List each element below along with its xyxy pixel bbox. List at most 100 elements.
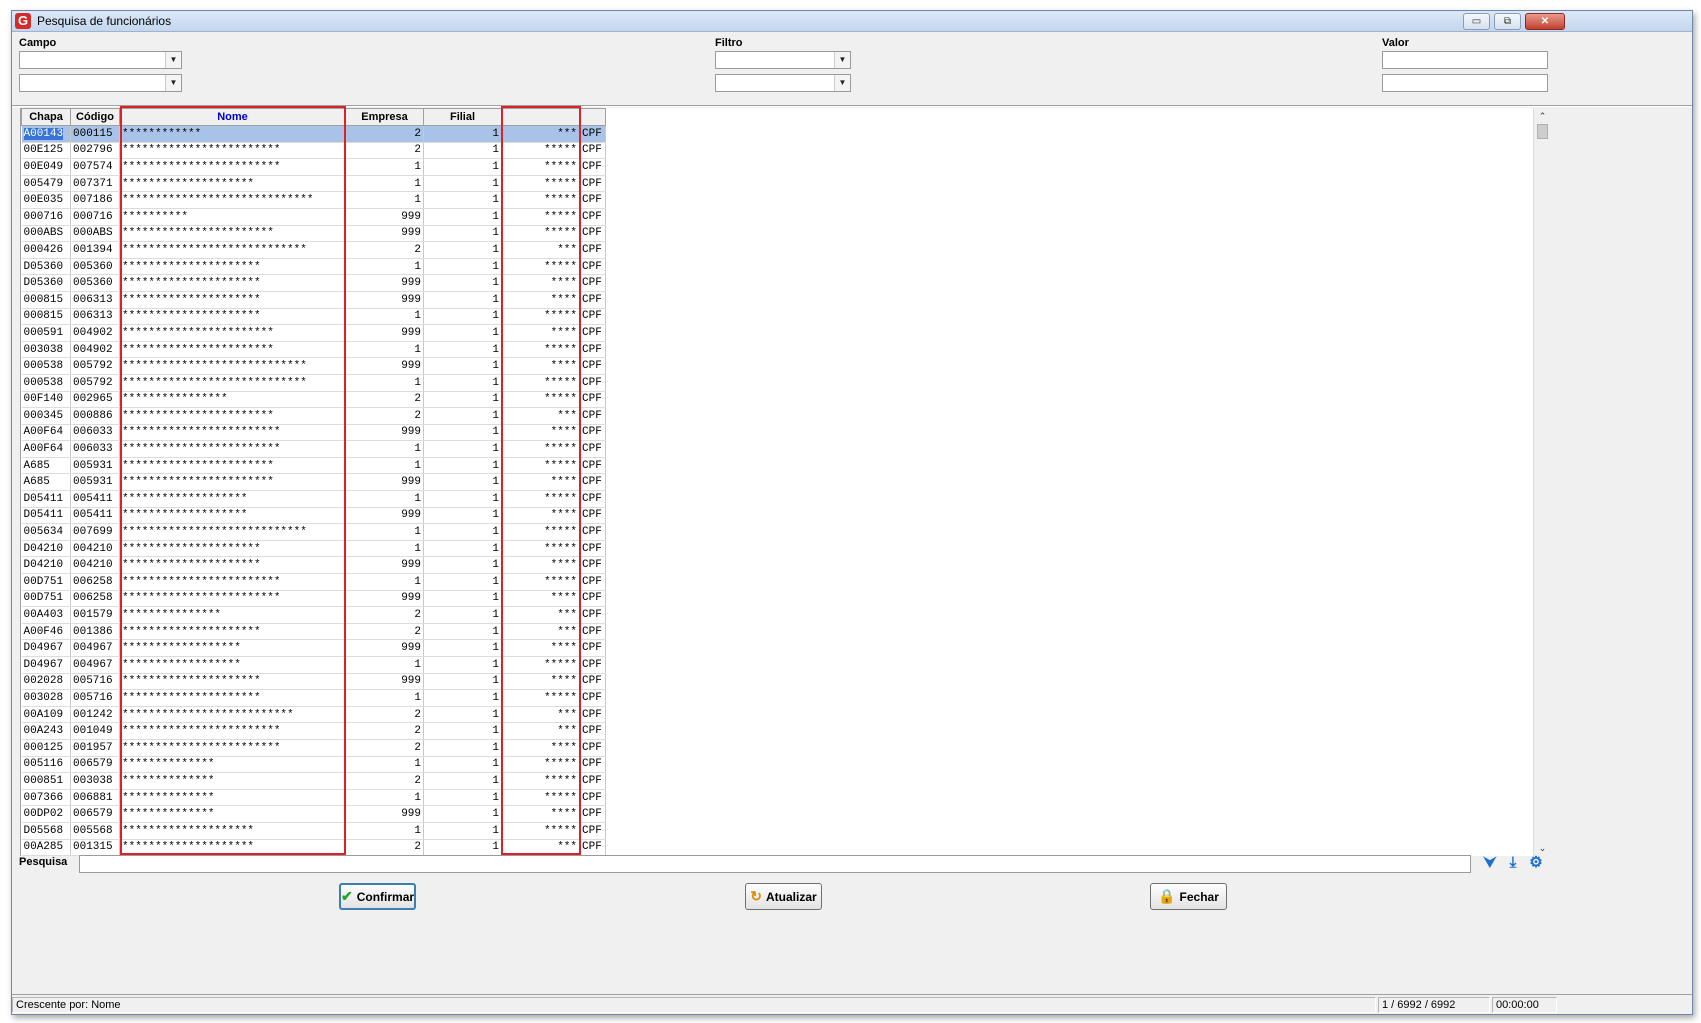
filtro-select-2[interactable]: ▼ [715, 74, 851, 92]
column-header-masked[interactable] [501, 108, 580, 126]
table-row[interactable]: A00F64 006033 ************************ 1 1 **… [21, 440, 606, 458]
table-row[interactable]: A00F64 006033 ************************ 999 1… [21, 424, 606, 442]
table-row[interactable]: 00A285 001315 ******************** 2 1 *** CPF [21, 839, 606, 857]
table-row[interactable]: 000426 001394 ****************************… [21, 241, 606, 259]
settings-icon[interactable]: ⚙ [1527, 854, 1545, 872]
chevron-down-icon[interactable]: ▼ [834, 75, 850, 91]
table-row[interactable]: 005634 007699 ****************************… [21, 523, 606, 541]
column-header-cpf[interactable] [579, 108, 606, 126]
confirm-button[interactable]: ✔ Confirmar [339, 883, 416, 910]
chevron-down-icon[interactable]: ▼ [165, 52, 181, 68]
cell-empresa: 1 [345, 656, 424, 674]
cell-chapa: 00A285 [21, 839, 71, 857]
filtro-select-1[interactable]: ▼ [715, 51, 851, 69]
cell-masked: *** [501, 706, 580, 724]
table-row[interactable]: D05360 005360 ********************* 999 1 ***… [21, 274, 606, 292]
sort-status: Crescente por: Nome [12, 997, 1376, 1013]
close-button[interactable]: 🔒 Fechar [1150, 883, 1227, 910]
table-row[interactable]: 000591 004902 *********************** 999 1 *… [21, 324, 606, 342]
table-row[interactable]: D04210 004210 ********************* 1 1 *****… [21, 540, 606, 558]
cell-masked: **** [501, 507, 580, 525]
valor-input-2[interactable] [1382, 74, 1548, 92]
cell-cpf: CPF [579, 208, 606, 226]
table-row[interactable]: D04210 004210 ********************* 999 1 ***… [21, 556, 606, 575]
table-row[interactable]: 000716 000716 ********** 999 1 ***** CPF [21, 208, 606, 226]
minimize-button[interactable]: ▭ [1463, 13, 1490, 30]
cell-cpf: CPF [579, 772, 606, 790]
table-row[interactable]: 003038 004902 *********************** 1 1 ***… [21, 341, 606, 359]
table-row[interactable]: 00E049 007574 ************************ 1 1 **… [21, 158, 606, 176]
table-row[interactable]: D04967 004967 ****************** 999 1 **** CP… [21, 639, 606, 657]
cell-masked: **** [501, 556, 580, 575]
column-header-codigo[interactable]: Código [70, 108, 120, 126]
table-row[interactable]: 000ABS 000ABS *********************** 999 1 *… [21, 225, 606, 243]
column-header-filial[interactable]: Filial [423, 108, 502, 126]
table-row[interactable]: A00143 000115 ************ 2 1 *** CPF [21, 125, 606, 143]
cell-nome: *********************** [119, 457, 346, 475]
table-row[interactable]: 00D751 006258 ************************ 999 1… [21, 590, 606, 608]
table-row[interactable]: D05411 005411 ******************* 999 1 **** C… [21, 507, 606, 525]
column-header-empresa[interactable]: Empresa [345, 108, 424, 126]
cell-masked: ***** [501, 158, 580, 176]
column-header-chapa[interactable]: Chapa [21, 108, 71, 126]
cell-empresa: 1 [345, 341, 424, 359]
restore-button[interactable]: ⧉ [1494, 13, 1521, 30]
last-result-icon[interactable]: ⤓ [1504, 854, 1522, 872]
table-row[interactable]: 00A403 001579 *************** 2 1 *** CPF [21, 606, 606, 624]
chevron-down-icon[interactable]: ▼ [834, 52, 850, 68]
table-row[interactable]: 00DP02 006579 ************** 999 1 **** CPF [21, 805, 606, 823]
table-row[interactable]: 000345 000886 *********************** 2 1 ***… [21, 407, 606, 425]
table-row[interactable]: 000815 006313 ********************* 999 1 ***… [21, 291, 606, 309]
cell-chapa: 003028 [21, 689, 71, 707]
chevron-down-icon[interactable]: ▼ [165, 75, 181, 91]
table-row[interactable]: 00A243 001049 ************************ 2 1 **… [21, 722, 606, 740]
cell-codigo: 007699 [70, 523, 120, 541]
table-row[interactable]: A685 005931 *********************** 999 1 ***… [21, 473, 606, 492]
table-row[interactable]: 000538 005792 ****************************… [21, 374, 606, 392]
table-row[interactable]: 000851 003038 ************** 2 1 ***** CPF [21, 772, 606, 790]
scroll-thumb[interactable] [1537, 124, 1548, 139]
table-row[interactable]: D04967 004967 ****************** 1 1 ***** CPF [21, 656, 606, 674]
table-row[interactable]: 000815 006313 ********************* 1 1 *****… [21, 308, 606, 326]
table-row[interactable]: 00E125 002796 ************************ 2 1 **… [21, 142, 606, 160]
table-row[interactable]: A685 005931 *********************** 1 1 *****… [21, 457, 606, 475]
table-row[interactable]: 00E035 007186 ****************************… [21, 191, 606, 209]
cell-empresa: 999 [345, 639, 424, 657]
search-input[interactable] [79, 855, 1471, 873]
column-header-nome[interactable]: Nome [119, 108, 346, 126]
vertical-scrollbar[interactable]: ⌃ ⌄ [1533, 108, 1550, 856]
scroll-up-icon[interactable]: ⌃ [1534, 108, 1551, 124]
table-row[interactable]: 000538 005792 ****************************… [21, 357, 606, 375]
table-row[interactable]: 005479 007371 ******************** 1 1 ***** C… [21, 175, 606, 193]
table-row[interactable]: D05360 005360 ********************* 1 1 *****… [21, 258, 606, 276]
table-row[interactable]: D05568 005568 ******************** 1 1 ***** C… [21, 822, 606, 840]
valor-input-1[interactable] [1382, 51, 1548, 69]
cell-masked: ***** [501, 391, 580, 409]
cell-empresa: 1 [345, 374, 424, 392]
table-row[interactable]: 00A109 001242 ************************** 2 1… [21, 706, 606, 724]
cell-chapa: D04210 [21, 540, 71, 558]
table-row[interactable]: 003028 005716 ********************* 1 1 *****… [21, 689, 606, 707]
cell-chapa: 00A109 [21, 706, 71, 724]
table-row[interactable]: 00F140 002965 **************** 2 1 ***** CPF [21, 391, 606, 409]
cell-cpf: CPF [579, 639, 606, 657]
cell-empresa: 2 [345, 772, 424, 790]
table-row[interactable]: 000125 001957 ************************ 2 1 **… [21, 739, 606, 757]
table-row[interactable]: 005116 006579 ************** 1 1 ***** CPF [21, 756, 606, 774]
table-row[interactable]: 002028 005716 ********************* 999 1 ***… [21, 673, 606, 691]
table-row[interactable]: A00F46 001386 ********************* 2 1 *** CP… [21, 623, 606, 641]
refresh-button[interactable]: ↻ Atualizar [745, 883, 822, 910]
employee-grid[interactable]: Chapa Código Nome Empresa Filial A00143 0… [20, 106, 1550, 857]
table-row[interactable]: 007366 006881 ************** 1 1 ***** CPF [21, 789, 606, 807]
cell-filial: 1 [423, 357, 502, 375]
cell-codigo: 007186 [70, 191, 120, 209]
close-window-button[interactable]: ✕ [1525, 13, 1565, 30]
table-row[interactable]: D05411 005411 ******************* 1 1 ***** CP… [21, 490, 606, 508]
cell-empresa: 2 [345, 241, 424, 259]
cell-codigo: 006881 [70, 789, 120, 807]
cell-chapa: 000851 [21, 772, 71, 790]
campo-select-1[interactable]: ▼ [19, 51, 182, 69]
campo-select-2[interactable]: ▼ [19, 74, 182, 92]
next-result-icon[interactable]: ⮟ [1481, 854, 1499, 872]
table-row[interactable]: 00D751 006258 ************************ 1 1 **… [21, 573, 606, 591]
